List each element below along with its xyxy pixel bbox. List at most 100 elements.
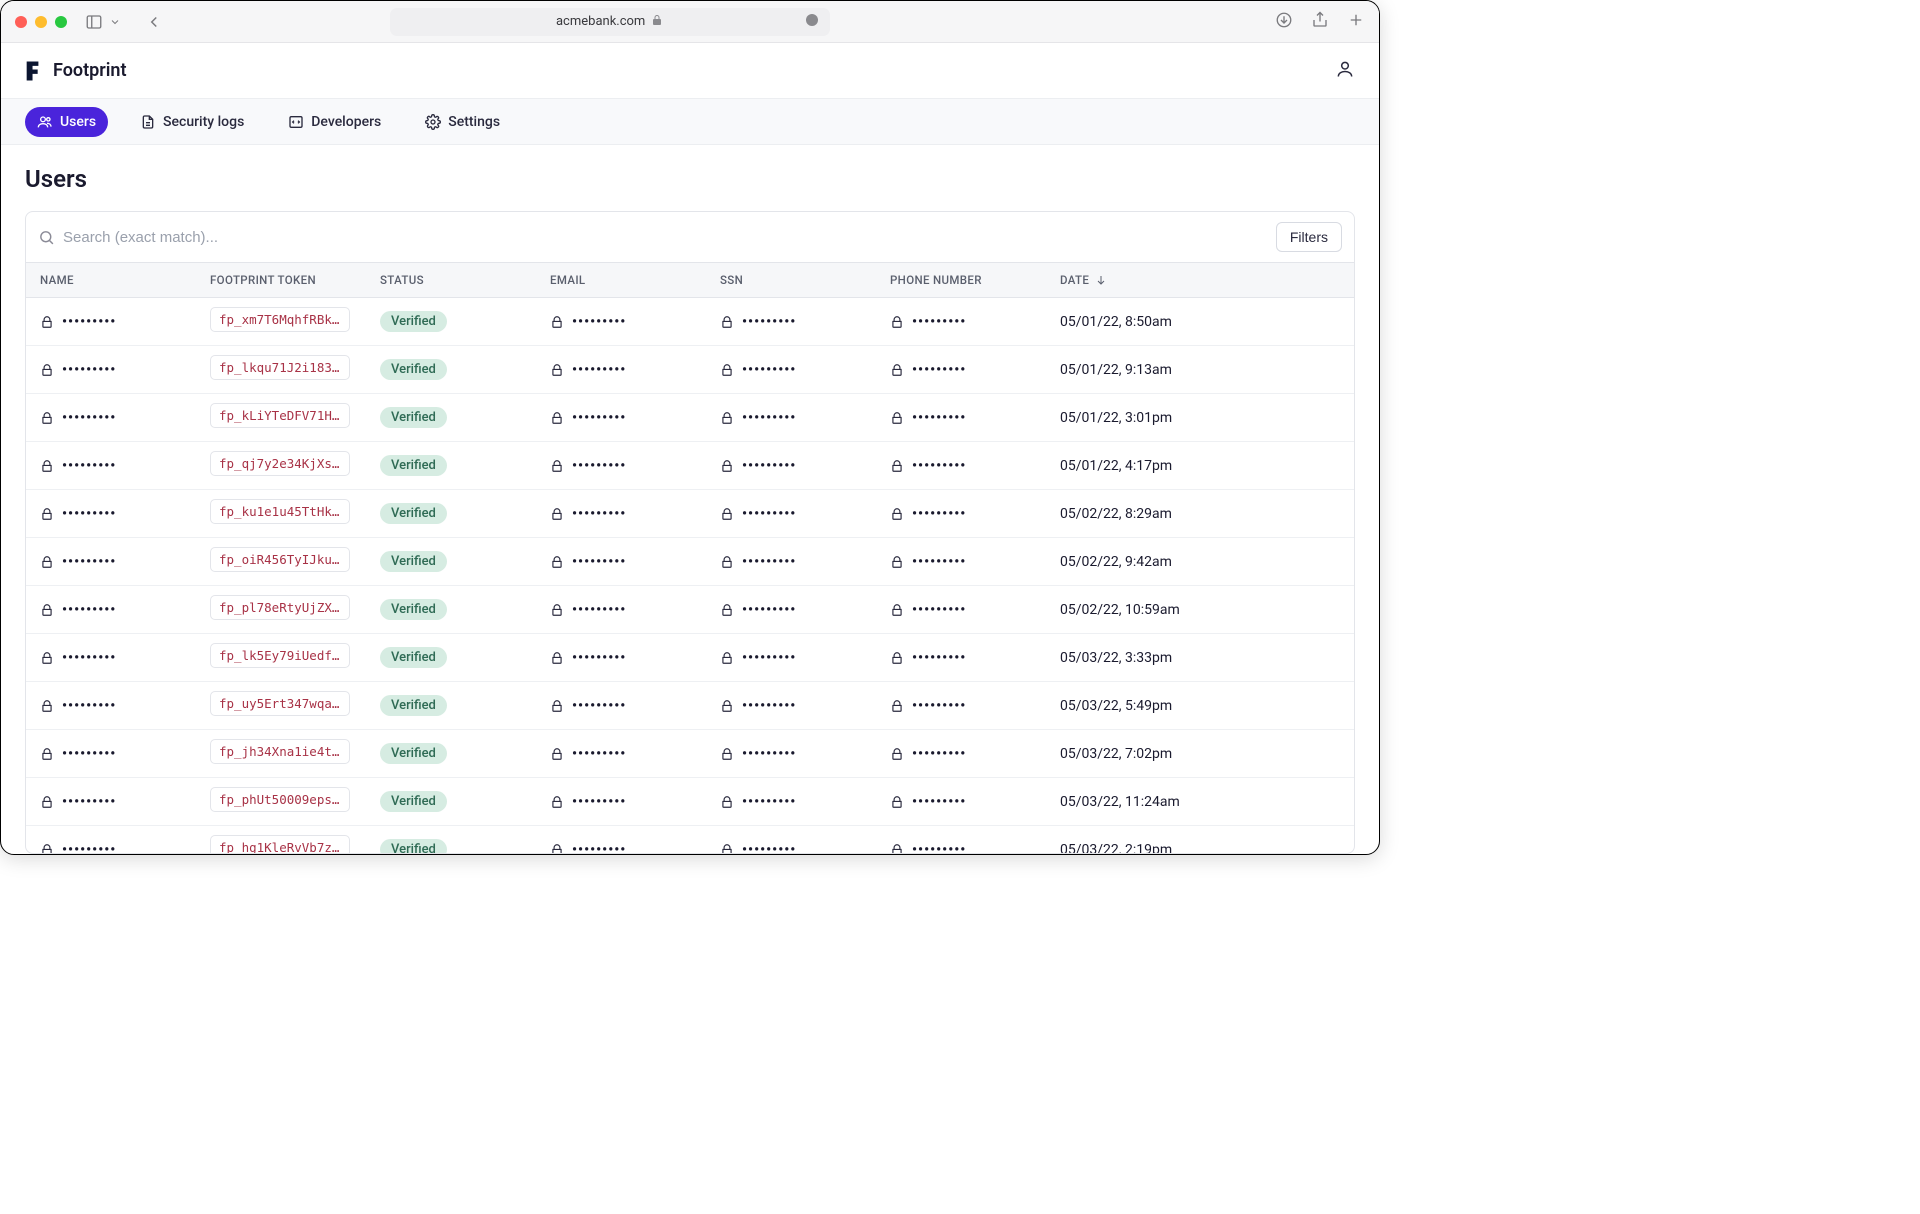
table-row[interactable]: ••••••••• fp_lkqu71J2i183... Verified ••… [26,346,1354,394]
col-status[interactable]: STATUS [380,273,550,287]
col-name[interactable]: NAME [40,273,210,287]
lock-icon [890,459,904,473]
table-row[interactable]: ••••••••• fp_pl78eRtyUjZX... Verified ••… [26,586,1354,634]
footprint-token[interactable]: fp_hg1KleRvVb7z... [210,835,350,853]
status-badge: Verified [380,599,447,620]
masked-cell: ••••••••• [720,794,890,810]
masked-cell: ••••••••• [720,554,890,570]
share-icon[interactable] [1311,11,1329,33]
page-title: Users [25,165,1355,193]
status-cell: Verified [380,599,550,620]
footprint-token[interactable]: fp_uy5Ert347wqa... [210,691,350,716]
col-token[interactable]: FOOTPRINT TOKEN [210,273,380,287]
lock-icon [40,507,54,521]
masked-cell: ••••••••• [720,410,890,426]
footprint-token[interactable]: fp_jh34Xna1ie4t... [210,739,350,764]
search-field[interactable] [38,229,1266,246]
file-icon [140,114,156,130]
page-body: Users Filters NAME FOOTPRINT TOKEN STATU… [1,145,1379,854]
status-badge: Verified [380,695,447,716]
status-cell: Verified [380,695,550,716]
tab-users[interactable]: Users [25,107,108,137]
footprint-token[interactable]: fp_xm7T6MqhfRBk... [210,307,350,332]
table-row[interactable]: ••••••••• fp_xm7T6MqhfRBk... Verified ••… [26,298,1354,346]
table-row[interactable]: ••••••••• fp_ku1e1u45TtHk... Verified ••… [26,490,1354,538]
footprint-token[interactable]: fp_lkqu71J2i183... [210,355,350,380]
table-row[interactable]: ••••••••• fp_hg1KleRvVb7z... Verified ••… [26,826,1354,853]
masked-cell: ••••••••• [720,314,890,330]
lock-icon [40,363,54,377]
footprint-token[interactable]: fp_kLiYTeDFV71H... [210,403,350,428]
brand[interactable]: Footprint [25,60,127,82]
masked-value: ••••••••• [62,794,116,810]
date-cell: 05/03/22, 2:19pm [1060,842,1340,854]
footprint-token[interactable]: fp_ku1e1u45TtHk... [210,499,350,524]
table-row[interactable]: ••••••••• fp_qj7y2e34KjXs... Verified ••… [26,442,1354,490]
chevron-down-icon[interactable] [109,16,121,28]
footprint-token[interactable]: fp_lk5Ey79iUedf... [210,643,350,668]
reader-icon[interactable] [804,12,820,32]
masked-cell: ••••••••• [40,650,210,666]
masked-cell: ••••••••• [40,410,210,426]
table-row[interactable]: ••••••••• fp_kLiYTeDFV71H... Verified ••… [26,394,1354,442]
masked-cell: ••••••••• [40,314,210,330]
search-input[interactable] [63,229,1266,246]
masked-cell: ••••••••• [890,314,1060,330]
masked-cell: ••••••••• [550,698,720,714]
lock-icon [550,555,564,569]
filters-button[interactable]: Filters [1276,222,1342,252]
table-row[interactable]: ••••••••• fp_phUt50009eps... Verified ••… [26,778,1354,826]
url-bar[interactable]: acmebank.com [390,8,830,36]
masked-cell: ••••••••• [40,698,210,714]
tab-security-logs[interactable]: Security logs [128,107,256,137]
footprint-token[interactable]: fp_oiR456TyIJku... [210,547,350,572]
token-cell: fp_hg1KleRvVb7z... [210,835,380,853]
date-cell: 05/03/22, 11:24am [1060,794,1340,810]
back-button[interactable] [145,13,163,31]
nav-tabs: Users Security logs Developers Settings [1,99,1379,145]
masked-cell: ••••••••• [720,698,890,714]
maximize-window[interactable] [55,16,67,28]
lock-icon [40,651,54,665]
col-ssn[interactable]: SSN [720,273,890,287]
lock-icon [890,411,904,425]
downloads-icon[interactable] [1275,11,1293,33]
minimize-window[interactable] [35,16,47,28]
masked-value: ••••••••• [62,746,116,762]
col-email[interactable]: EMAIL [550,273,720,287]
table-row[interactable]: ••••••••• fp_oiR456TyIJku... Verified ••… [26,538,1354,586]
date-cell: 05/01/22, 4:17pm [1060,458,1340,474]
users-icon [37,114,53,130]
footprint-token[interactable]: fp_phUt50009eps... [210,787,350,812]
table-row[interactable]: ••••••••• fp_uy5Ert347wqa... Verified ••… [26,682,1354,730]
masked-value: ••••••••• [62,314,116,330]
masked-cell: ••••••••• [550,554,720,570]
col-phone[interactable]: PHONE NUMBER [890,273,1060,287]
status-cell: Verified [380,359,550,380]
close-window[interactable] [15,16,27,28]
new-tab-icon[interactable] [1347,11,1365,33]
masked-value: ••••••••• [912,650,966,666]
masked-cell: ••••••••• [40,458,210,474]
account-icon[interactable] [1335,59,1355,83]
footprint-token[interactable]: fp_pl78eRtyUjZX... [210,595,350,620]
table-row[interactable]: ••••••••• fp_lk5Ey79iUedf... Verified ••… [26,634,1354,682]
tab-settings-label: Settings [448,114,500,130]
tab-settings[interactable]: Settings [413,107,512,137]
masked-value: ••••••••• [572,698,626,714]
table-row[interactable]: ••••••••• fp_jh34Xna1ie4t... Verified ••… [26,730,1354,778]
masked-value: ••••••••• [62,698,116,714]
masked-cell: ••••••••• [890,362,1060,378]
lock-icon [890,603,904,617]
masked-cell: ••••••••• [720,650,890,666]
status-badge: Verified [380,359,447,380]
sidebar-toggle-icon[interactable] [85,13,103,31]
tab-developers[interactable]: Developers [276,107,393,137]
masked-cell: ••••••••• [890,554,1060,570]
col-date[interactable]: DATE [1060,273,1340,287]
masked-value: ••••••••• [742,842,796,854]
chrome-right-controls [1275,11,1365,33]
footprint-token[interactable]: fp_qj7y2e34KjXs... [210,451,350,476]
masked-value: ••••••••• [572,506,626,522]
masked-value: ••••••••• [742,554,796,570]
